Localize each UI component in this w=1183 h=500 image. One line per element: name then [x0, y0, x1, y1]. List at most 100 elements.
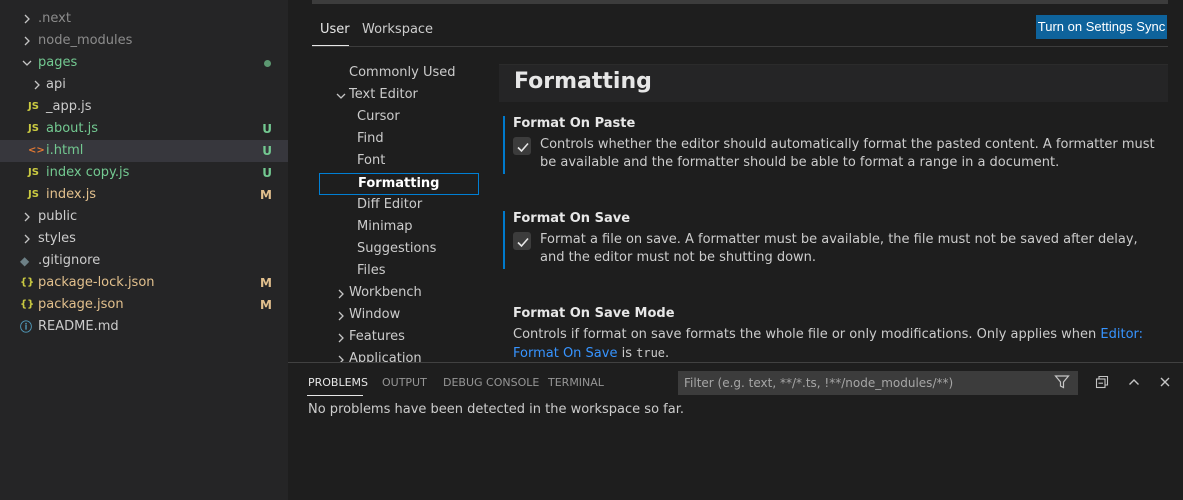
collapse-all-icon[interactable]: [1094, 374, 1112, 392]
toc-item-label: Font: [357, 153, 386, 168]
tab-output[interactable]: OUTPUT: [382, 376, 427, 392]
toc-item-label: Workbench: [349, 285, 422, 300]
tab-workspace[interactable]: Workspace: [362, 22, 433, 40]
tree-item[interactable]: {} package.json M: [0, 294, 288, 316]
git-status-badge: M: [260, 188, 272, 202]
tree-item[interactable]: JS _app.js: [0, 96, 288, 118]
tree-item[interactable]: <> i.html U: [0, 140, 288, 162]
format-on-save-checkbox[interactable]: [513, 232, 531, 250]
chevron-right-icon[interactable]: [20, 8, 34, 30]
format-on-paste-checkbox[interactable]: [513, 137, 531, 155]
tree-item-label: api: [46, 77, 66, 92]
git-status-badge: U: [262, 122, 272, 136]
tree-item[interactable]: ◆ .gitignore: [0, 250, 288, 272]
toc-item-commonly-used[interactable]: Commonly Used: [349, 62, 456, 84]
turn-on-settings-sync-button[interactable]: Turn on Settings Sync: [1036, 15, 1167, 39]
toc-item-label: Features: [349, 329, 405, 344]
tree-item[interactable]: JS index.js M: [0, 184, 288, 206]
toc-item-diff-editor[interactable]: Diff Editor: [357, 194, 422, 216]
tree-item-label: _app.js: [46, 99, 92, 114]
tree-item[interactable]: .next: [0, 8, 288, 30]
javascript-file-icon: JS: [28, 189, 39, 200]
tree-item[interactable]: JS index copy.js U: [0, 162, 288, 184]
toc-item-label: Window: [349, 307, 401, 322]
toc-item-text-editor[interactable]: Text Editor: [336, 84, 418, 106]
explorer-sidebar: .next node_modules pages api JS _app.js JS abou…: [0, 0, 288, 500]
description-text: is: [617, 346, 637, 361]
toc-item-label: Commonly Used: [349, 65, 456, 80]
javascript-file-icon: JS: [28, 167, 39, 178]
tree-item[interactable]: ⓘ README.md: [0, 316, 288, 338]
problems-message: No problems have been detected in the wo…: [308, 402, 684, 417]
tree-item-label: package-lock.json: [38, 275, 155, 290]
tab-debug-console[interactable]: DEBUG CONSOLE: [443, 376, 539, 392]
toc-item-features[interactable]: Features: [338, 326, 405, 348]
tree-item[interactable]: styles: [0, 228, 288, 250]
toc-item-minimap[interactable]: Minimap: [357, 216, 413, 238]
toc-item-label: Find: [357, 131, 384, 146]
json-file-icon: {}: [20, 277, 35, 288]
tree-item[interactable]: api: [0, 74, 288, 96]
chevron-right-icon[interactable]: [20, 206, 34, 228]
chevron-right-icon[interactable]: [30, 74, 44, 96]
toc-item-workbench[interactable]: Workbench: [338, 282, 422, 304]
close-icon[interactable]: [1157, 374, 1175, 392]
tree-item-label: public: [38, 209, 78, 224]
tab-terminal[interactable]: TERMINAL: [548, 376, 604, 392]
toc-item-label: Cursor: [357, 109, 400, 124]
toc-item-application[interactable]: Application: [338, 348, 422, 362]
toc-item-label: Text Editor: [349, 87, 418, 102]
focus-indicator: [503, 211, 505, 269]
toc-item-cursor[interactable]: Cursor: [357, 106, 400, 128]
toc-item-font[interactable]: Font: [357, 150, 385, 172]
tab-user[interactable]: User: [320, 22, 350, 40]
chevron-right-icon[interactable]: [335, 326, 347, 348]
filter-icon[interactable]: [1054, 374, 1072, 392]
toc-item-label: Diff Editor: [357, 197, 423, 212]
toc-item-suggestions[interactable]: Suggestions: [357, 238, 436, 260]
settings-search-box[interactable]: [312, 0, 1168, 4]
toc-item-files[interactable]: Files: [357, 260, 386, 282]
toc-item-label: Formatting: [358, 176, 440, 191]
toc-item-label: Application: [349, 351, 422, 362]
tree-item-label: index.js: [46, 187, 97, 202]
tree-item-label: i.html: [46, 143, 84, 158]
git-status-badge: M: [260, 276, 272, 290]
check-icon: [517, 142, 529, 153]
chevron-right-icon[interactable]: [335, 282, 347, 304]
settings-list: Formatting Format On Paste Controls whet…: [499, 64, 1168, 362]
setting-format-on-save: Format On Save Format a file on save. A …: [503, 211, 1164, 269]
setting-title: Format On Save Mode: [513, 306, 675, 321]
toc-item-formatting[interactable]: Formatting: [319, 173, 479, 195]
chevron-right-icon[interactable]: [20, 228, 34, 250]
chevron-right-icon[interactable]: [335, 348, 347, 362]
tree-item-label: README.md: [38, 319, 119, 334]
chevron-down-icon[interactable]: [20, 52, 34, 74]
tree-item-label: package.json: [38, 297, 124, 312]
maximize-panel-icon[interactable]: [1126, 374, 1144, 392]
tree-item-label: index copy.js: [46, 165, 130, 180]
description-text: Controls if format on save formats the w…: [513, 327, 1101, 342]
git-file-icon: ◆: [20, 254, 30, 268]
chevron-right-icon[interactable]: [335, 304, 347, 326]
toc-item-window[interactable]: Window: [338, 304, 401, 326]
problems-filter-input[interactable]: [678, 371, 1078, 395]
tree-item[interactable]: node_modules: [0, 30, 288, 52]
tree-item-label: .gitignore: [38, 253, 101, 268]
chevron-right-icon[interactable]: [20, 30, 34, 52]
chevron-down-icon[interactable]: [335, 84, 347, 106]
tab-problems[interactable]: PROBLEMS: [308, 376, 368, 392]
tree-item[interactable]: {} package-lock.json M: [0, 272, 288, 294]
tree-item-label: styles: [38, 231, 76, 246]
javascript-file-icon: JS: [28, 101, 39, 112]
tabs-divider: [312, 46, 1168, 47]
info-file-icon: ⓘ: [20, 320, 33, 334]
section-title: Formatting: [514, 69, 652, 94]
settings-editor: User Workspace Turn on Settings Sync Com…: [288, 0, 1183, 362]
tree-row-root[interactable]: [0, 0, 288, 8]
setting-value-code: true: [636, 346, 666, 360]
tree-item[interactable]: public: [0, 206, 288, 228]
tree-item[interactable]: JS about.js U: [0, 118, 288, 140]
tree-item[interactable]: pages: [0, 52, 288, 74]
toc-item-find[interactable]: Find: [357, 128, 384, 150]
